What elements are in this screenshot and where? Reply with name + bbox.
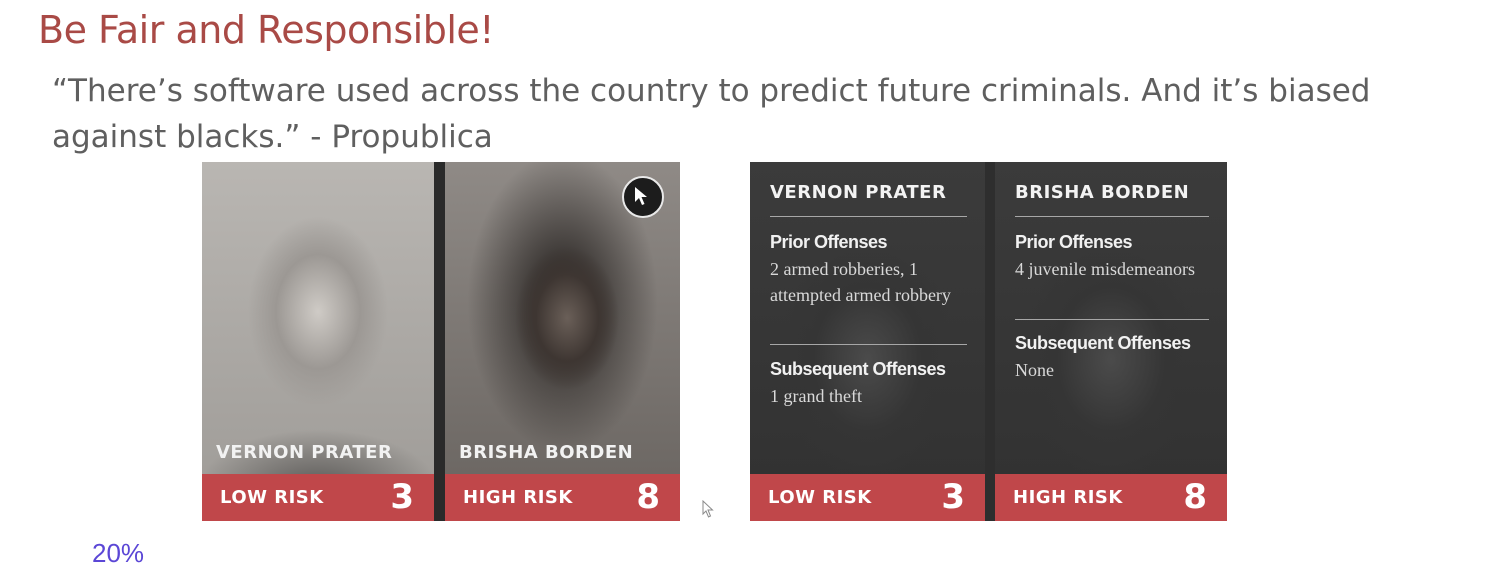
photo-card-vernon: VERNON PRATER LOW RISK 3 bbox=[202, 162, 434, 521]
photo-name-label: BRISHA BORDEN bbox=[459, 442, 634, 463]
subsequent-offenses-heading: Subsequent Offenses bbox=[1015, 333, 1191, 353]
photo-card-brisha: BRISHA BORDEN HIGH RISK 8 bbox=[445, 162, 680, 521]
offenses-panel: VERNON PRATER Prior Offenses 2 armed rob… bbox=[750, 162, 1227, 521]
info-card-vernon: VERNON PRATER Prior Offenses 2 armed rob… bbox=[750, 162, 985, 521]
info-card-brisha: BRISHA BORDEN Prior Offenses 4 juvenile … bbox=[995, 162, 1227, 521]
subsequent-offenses-text: None bbox=[1015, 360, 1054, 380]
mugshot-photo bbox=[202, 162, 434, 474]
quote-text: “There’s software used across the countr… bbox=[52, 73, 1371, 155]
cursor-circle-icon bbox=[622, 176, 664, 218]
prior-offenses-text: 4 juvenile misdemeanors bbox=[1015, 259, 1195, 279]
info-name: BRISHA BORDEN bbox=[1015, 182, 1190, 203]
slide-title: Be Fair and Responsible! bbox=[38, 8, 495, 52]
risk-score: 8 bbox=[636, 477, 660, 517]
risk-bar: HIGH RISK 8 bbox=[445, 474, 680, 521]
risk-label: HIGH RISK bbox=[463, 487, 573, 508]
prior-offenses-heading: Prior Offenses bbox=[1015, 232, 1133, 252]
subsequent-offenses-text: 1 grand theft bbox=[770, 386, 862, 406]
risk-label: LOW RISK bbox=[220, 487, 324, 508]
divider bbox=[1015, 319, 1209, 320]
risk-bar: HIGH RISK 8 bbox=[995, 474, 1227, 521]
risk-label: HIGH RISK bbox=[1013, 487, 1123, 508]
divider bbox=[770, 216, 967, 217]
divider bbox=[1015, 216, 1209, 217]
divider bbox=[770, 344, 967, 345]
risk-label: LOW RISK bbox=[768, 487, 872, 508]
mugshot-panel: VERNON PRATER LOW RISK 3 BRISHA BORDEN H… bbox=[202, 162, 680, 521]
subsequent-offenses-heading: Subsequent Offenses bbox=[770, 359, 946, 379]
prior-offenses-text: 2 armed robberies, 1 attempted armed rob… bbox=[770, 259, 951, 305]
risk-score: 3 bbox=[390, 477, 414, 517]
info-name: VERNON PRATER bbox=[770, 182, 947, 203]
risk-bar: LOW RISK 3 bbox=[750, 474, 985, 521]
risk-score: 8 bbox=[1183, 477, 1207, 517]
prior-offenses-heading: Prior Offenses bbox=[770, 232, 888, 252]
mouse-pointer-icon bbox=[702, 499, 714, 523]
risk-bar: LOW RISK 3 bbox=[202, 474, 434, 521]
risk-score: 3 bbox=[941, 477, 965, 517]
photo-name-label: VERNON PRATER bbox=[216, 442, 393, 463]
